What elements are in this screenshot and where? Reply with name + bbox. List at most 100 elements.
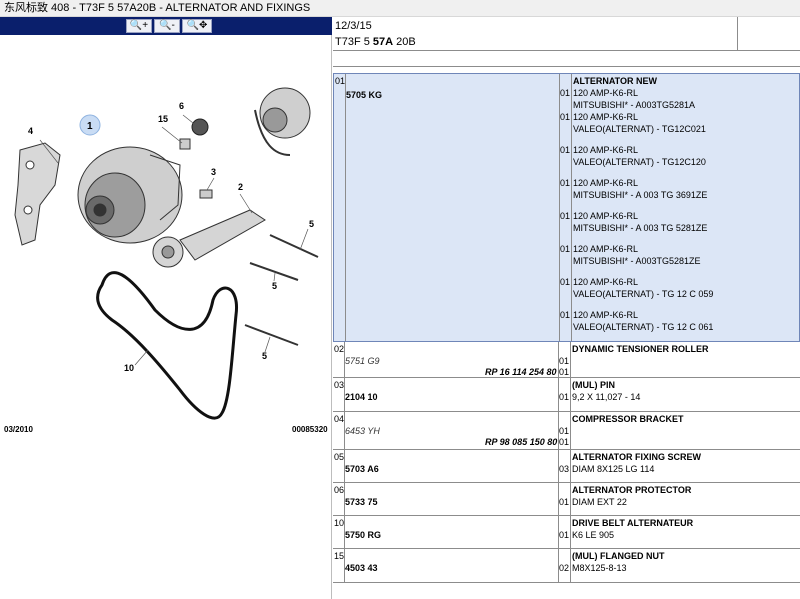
part-desc: DIAM EXT 22 xyxy=(572,497,627,507)
part-desc: DIAM 8X125 LG 114 xyxy=(572,464,655,474)
row-index: 01 xyxy=(335,76,346,86)
catalog-code: T73F 5 57A 20B xyxy=(335,36,416,48)
diagram-date: 03/2010 xyxy=(4,425,33,434)
part-rp-number: RP 16 114 254 80 xyxy=(485,367,557,377)
callout-5b[interactable]: 5 xyxy=(272,281,277,291)
part-qty: 01 xyxy=(559,497,570,507)
part-ref[interactable]: 5703 A6 xyxy=(345,464,379,474)
table-row-03[interactable]: 03 2104 10 01 (MUL) PIN 9,2 X 11,027 - 1… xyxy=(333,378,800,412)
nut-drawing xyxy=(179,138,191,150)
variant-line: 120 AMP-K6-RL xyxy=(573,244,639,254)
part-title: DRIVE BELT ALTERNATEUR xyxy=(572,518,694,528)
exploded-parts-diagram[interactable]: 1 15 6 4 3 2 5 5 5 10 xyxy=(0,35,332,455)
part-title: ALTERNATOR PROTECTOR xyxy=(572,485,692,495)
variant-qty: 01 xyxy=(560,244,571,254)
zoom-out-button[interactable]: 🔍- xyxy=(154,19,180,33)
diagram-ref-number: 00085320 xyxy=(292,425,328,434)
callout-1[interactable]: 1 xyxy=(87,121,93,132)
variant-line: MITSUBISHI* - A 003 TG 3691ZE xyxy=(573,190,708,200)
part-ref[interactable]: 5750 RG xyxy=(345,530,381,540)
variant-line: MITSUBISHI* - A003TG5281A xyxy=(573,100,696,110)
variant-line: 120 AMP-K6-RL xyxy=(573,178,639,188)
part-ref[interactable]: 5733 75 xyxy=(345,497,378,507)
callout-2[interactable]: 2 xyxy=(238,182,243,192)
table-row-10[interactable]: 10 5750 RG 01 DRIVE BELT ALTERNATEUR K6 … xyxy=(333,516,800,549)
callout-3[interactable]: 3 xyxy=(211,167,216,177)
table-row-05[interactable]: 05 5703 A6 03 ALTERNATOR FIXING SCREW DI… xyxy=(333,450,800,483)
part-qty: 01 xyxy=(559,367,570,377)
part-qty: 03 xyxy=(559,464,570,474)
callout-6[interactable]: 6 xyxy=(179,101,184,111)
part-title: ALTERNATOR FIXING SCREW xyxy=(572,452,701,462)
zoom-in-button[interactable]: 🔍+ xyxy=(126,19,152,33)
variant-line: 120 AMP-K6-RL xyxy=(573,277,639,287)
part-desc: K6 LE 905 xyxy=(572,530,615,540)
variant-line: MITSUBISHI* - A003TG5281ZE xyxy=(573,256,701,266)
part-qty: 01 xyxy=(559,356,570,366)
code-prefix: T73F 5 xyxy=(335,36,373,48)
variant-qty: 01 xyxy=(560,277,571,287)
part-ref[interactable]: 5751 G9 xyxy=(345,356,380,366)
part-qty: 01 xyxy=(559,437,570,447)
variant-qty: 01 xyxy=(560,112,571,122)
compressor-bracket-drawing xyxy=(14,142,61,246)
diagram-toolbar: 🔍+ 🔍- 🔍✥ xyxy=(0,17,332,35)
variant-line: MITSUBISHI* - A 003 TG 5281ZE xyxy=(573,223,708,233)
table-row-15[interactable]: 15 4503 43 02 (MUL) FLANGED NUT M8X125-8… xyxy=(333,549,800,583)
alternator-mini-drawing xyxy=(254,87,311,156)
table-row-01[interactable]: 01 5705 KG ALTERNATOR NEW 01 120 AMP-K6-… xyxy=(333,73,800,342)
part-title: DYNAMIC TENSIONER ROLLER xyxy=(572,344,709,354)
part-rp-number: RP 98 085 150 80 xyxy=(485,437,558,447)
row-index: 05 xyxy=(334,452,345,462)
part-title: (MUL) FLANGED NUT xyxy=(572,551,665,561)
table-row-06[interactable]: 06 5733 75 01 ALTERNATOR PROTECTOR DIAM … xyxy=(333,483,800,516)
variant-line: 120 AMP-K6-RL xyxy=(573,211,639,221)
row-index: 03 xyxy=(334,380,345,390)
part-ref[interactable]: 2104 10 xyxy=(345,392,378,402)
row-index: 06 xyxy=(334,485,345,495)
code-bold: 57A xyxy=(372,36,394,48)
callout-5a[interactable]: 5 xyxy=(309,219,314,229)
variant-line: VALEO(ALTERNAT) - TG12C120 xyxy=(573,157,706,167)
table-row-02[interactable]: 02 5751 G9 RP 16 114 254 80 01 01 DYNAMI… xyxy=(333,342,800,378)
part-qty: 01 xyxy=(559,426,570,436)
variant-qty: 01 xyxy=(560,178,571,188)
code-suffix: 20B xyxy=(393,36,416,48)
part-qty: 01 xyxy=(559,392,570,402)
variant-line: 120 AMP-K6-RL xyxy=(573,145,639,155)
part-title: (MUL) PIN xyxy=(572,380,615,390)
pin-drawing xyxy=(199,189,213,199)
alternator-drawing xyxy=(77,146,183,244)
catalog-date: 12/3/15 xyxy=(335,20,372,32)
callout-10[interactable]: 10 xyxy=(124,363,134,373)
fixing-screws-drawing xyxy=(244,234,319,346)
callout-4[interactable]: 4 xyxy=(28,126,33,136)
zoom-fit-button[interactable]: 🔍✥ xyxy=(182,19,212,33)
part-desc: M8X125-8-13 xyxy=(572,563,627,573)
part-ref[interactable]: 5705 KG xyxy=(346,90,382,100)
part-qty: 02 xyxy=(559,563,570,573)
callout-15[interactable]: 15 xyxy=(158,114,168,124)
variant-qty: 01 xyxy=(560,211,571,221)
variant-line: 120 AMP-K6-RL xyxy=(573,88,639,98)
parts-list-panel: 12/3/15 T73F 5 57A 20B 01 5705 KG ALTERN… xyxy=(333,17,800,599)
row-index: 04 xyxy=(334,414,345,424)
callout-5c[interactable]: 5 xyxy=(262,351,267,361)
variant-line: 120 AMP-K6-RL xyxy=(573,112,639,122)
variant-line: VALEO(ALTERNAT) - TG 12 C 061 xyxy=(573,322,714,332)
row-index: 02 xyxy=(334,344,345,354)
part-qty: 01 xyxy=(559,530,570,540)
variant-line: VALEO(ALTERNAT) - TG12C021 xyxy=(573,124,706,134)
part-title: COMPRESSOR BRACKET xyxy=(572,414,684,424)
row-index: 15 xyxy=(334,551,345,561)
variant-qty: 01 xyxy=(560,145,571,155)
protector-cap-drawing xyxy=(191,118,209,136)
table-row-04[interactable]: 04 6453 YH RP 98 085 150 80 01 01 COMPRE… xyxy=(333,412,800,450)
part-ref[interactable]: 4503 43 xyxy=(345,563,378,573)
diagram-panel: 🔍+ 🔍- 🔍✥ 1 15 6 4 3 2 5 5 5 10 03/2010 0… xyxy=(0,17,332,599)
row-index: 10 xyxy=(334,518,345,528)
variant-qty: 01 xyxy=(560,310,571,320)
variant-line: VALEO(ALTERNAT) - TG 12 C 059 xyxy=(573,289,714,299)
part-desc: 9,2 X 11,027 - 14 xyxy=(572,392,641,402)
part-ref[interactable]: 6453 YH xyxy=(345,426,380,436)
